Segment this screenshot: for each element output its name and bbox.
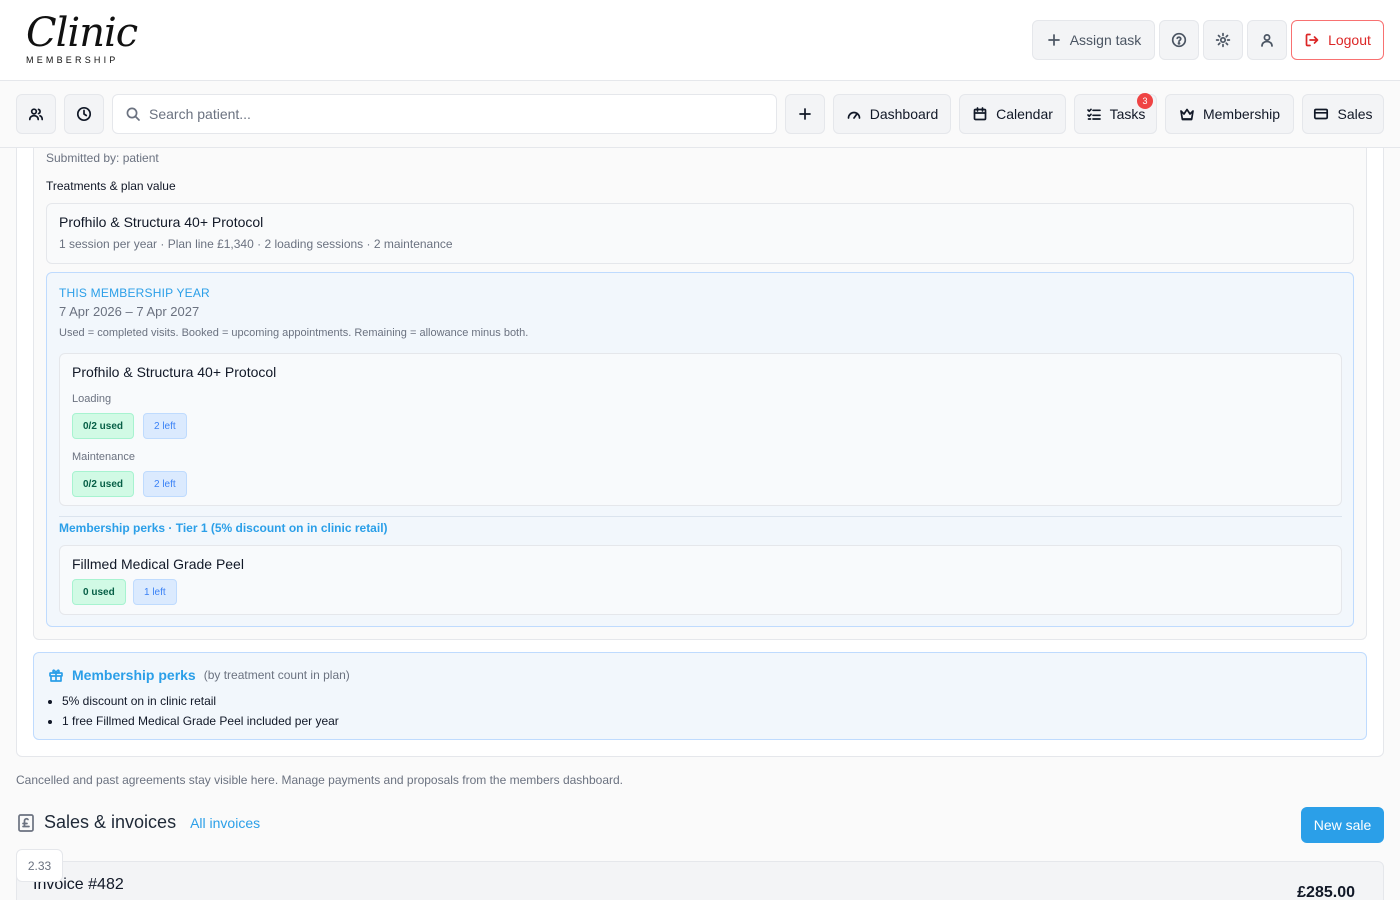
credit-card-icon (1314, 108, 1329, 120)
clinic-logo[interactable]: Clinic MEMBERSHIP (16, 8, 138, 70)
nav-calendar-label: Calendar (996, 106, 1053, 122)
treatment-usage-card: Profhilo & Structura 40+ Protocol Loadin… (59, 353, 1342, 506)
nav-tasks-label: Tasks (1109, 106, 1146, 122)
help-icon (1171, 32, 1187, 48)
sales-invoices-header: Sales & invoices All invoices (16, 812, 260, 833)
sales-invoices-title: Sales & invoices (44, 812, 177, 832)
membership-year-title: This membership year (59, 286, 210, 300)
membership-perks-tier-label: Membership perks · Tier 1 (5% discount o… (59, 521, 388, 535)
nav-sales-button[interactable]: Sales (1302, 94, 1384, 134)
logout-icon (1305, 33, 1319, 47)
assign-task-button[interactable]: Assign task (1032, 20, 1155, 60)
recent-button[interactable] (64, 94, 104, 134)
top-nav-bar: Dashboard Calendar Tasks 3 Membership Sa… (0, 81, 1400, 148)
remaining-badge: 2 left (143, 413, 187, 439)
nav-dashboard-button[interactable]: Dashboard (833, 94, 951, 134)
membership-year-range: 7 Apr 2026 – 7 Apr 2027 (59, 304, 200, 319)
nav-sales-label: Sales (1337, 106, 1373, 122)
perks-list: 5% discount on in clinic retail 1 free F… (62, 691, 339, 731)
plus-icon (1047, 34, 1060, 46)
nav-membership-button[interactable]: Membership (1165, 94, 1294, 134)
nav-tasks-button[interactable]: Tasks 3 (1074, 93, 1157, 134)
used-badge: 0/2 used (72, 413, 135, 439)
treatment-usage-name: Profhilo & Structura 40+ Protocol (72, 364, 277, 380)
nav-calendar-button[interactable]: Calendar (959, 94, 1066, 134)
plus-icon (799, 108, 811, 120)
phase-label: Loading (72, 393, 112, 405)
assign-task-label: Assign task (1069, 32, 1142, 48)
membership-year-box: This membership year 7 Apr 2026 – 7 Apr … (46, 272, 1354, 627)
settings-button[interactable] (1203, 20, 1243, 60)
zoom-level-chip: 2.33 (16, 849, 63, 882)
list-item: 1 free Fillmed Medical Grade Peel includ… (62, 711, 339, 731)
crown-icon (1180, 108, 1194, 121)
plan-meta: 1 session per year · Plan line £1,340 · … (59, 237, 453, 251)
all-invoices-link[interactable]: All invoices (190, 815, 260, 831)
nav-membership-label: Membership (1202, 106, 1281, 122)
invoice-row[interactable]: Invoice #482 £285.00 (16, 861, 1384, 900)
section-divider (59, 516, 1342, 517)
gear-icon (1215, 32, 1231, 48)
invoice-total: £285.00 (1297, 884, 1355, 900)
used-badge: 0/2 used (72, 471, 135, 497)
calendar-icon (973, 107, 987, 121)
logout-label: Logout (1328, 32, 1371, 48)
membership-perks-title: Membership perks (72, 667, 196, 683)
logout-button[interactable]: Logout (1291, 20, 1384, 60)
perk-usage-card: Fillmed Medical Grade Peel 0 used 1 left (59, 545, 1342, 615)
profile-button[interactable] (1247, 20, 1287, 60)
search-input[interactable] (149, 106, 729, 122)
checklist-icon (1086, 108, 1101, 120)
patients-button[interactable] (16, 94, 56, 134)
clock-icon (76, 106, 92, 122)
tasks-count-badge: 3 (1137, 93, 1153, 109)
gauge-icon (847, 111, 861, 119)
remaining-badge: 2 left (143, 471, 187, 497)
agreements-footer-note: Cancelled and past agreements stay visib… (16, 773, 624, 787)
help-button[interactable] (1159, 20, 1199, 60)
pound-document-icon (18, 813, 34, 832)
remaining-badge: 1 left (133, 579, 177, 605)
membership-perks-box: Membership perks (by treatment count in … (33, 652, 1367, 740)
search-icon (126, 107, 140, 121)
logo-script-text: Clinic (26, 10, 138, 56)
gift-icon (49, 669, 63, 682)
users-icon (28, 108, 44, 121)
new-sale-button[interactable]: New sale (1301, 807, 1384, 843)
plan-line-card: Profhilo & Structura 40+ Protocol 1 sess… (46, 203, 1354, 264)
nav-dashboard-label: Dashboard (869, 106, 939, 122)
add-button[interactable] (785, 94, 825, 134)
membership-perks-subtitle: (by treatment count in plan) (203, 668, 350, 682)
perk-name: Fillmed Medical Grade Peel (72, 556, 244, 572)
app-header: Clinic MEMBERSHIP Assign task Logout (0, 0, 1400, 81)
submitted-by-text: Submitted by: patient (46, 151, 159, 165)
patient-search[interactable] (112, 94, 777, 134)
membership-perks-header: Membership perks (by treatment count in … (48, 667, 350, 683)
plan-name: Profhilo & Structura 40+ Protocol (59, 214, 264, 230)
used-badge: 0 used (72, 579, 126, 605)
logo-subtitle: MEMBERSHIP (26, 55, 119, 65)
list-item: 5% discount on in clinic retail (62, 691, 339, 711)
treatments-plan-value-heading: Treatments & plan value (46, 179, 176, 193)
phase-label: Maintenance (72, 451, 135, 463)
usage-legend-note: Used = completed visits. Booked = upcomi… (59, 327, 529, 339)
user-icon (1261, 34, 1273, 47)
